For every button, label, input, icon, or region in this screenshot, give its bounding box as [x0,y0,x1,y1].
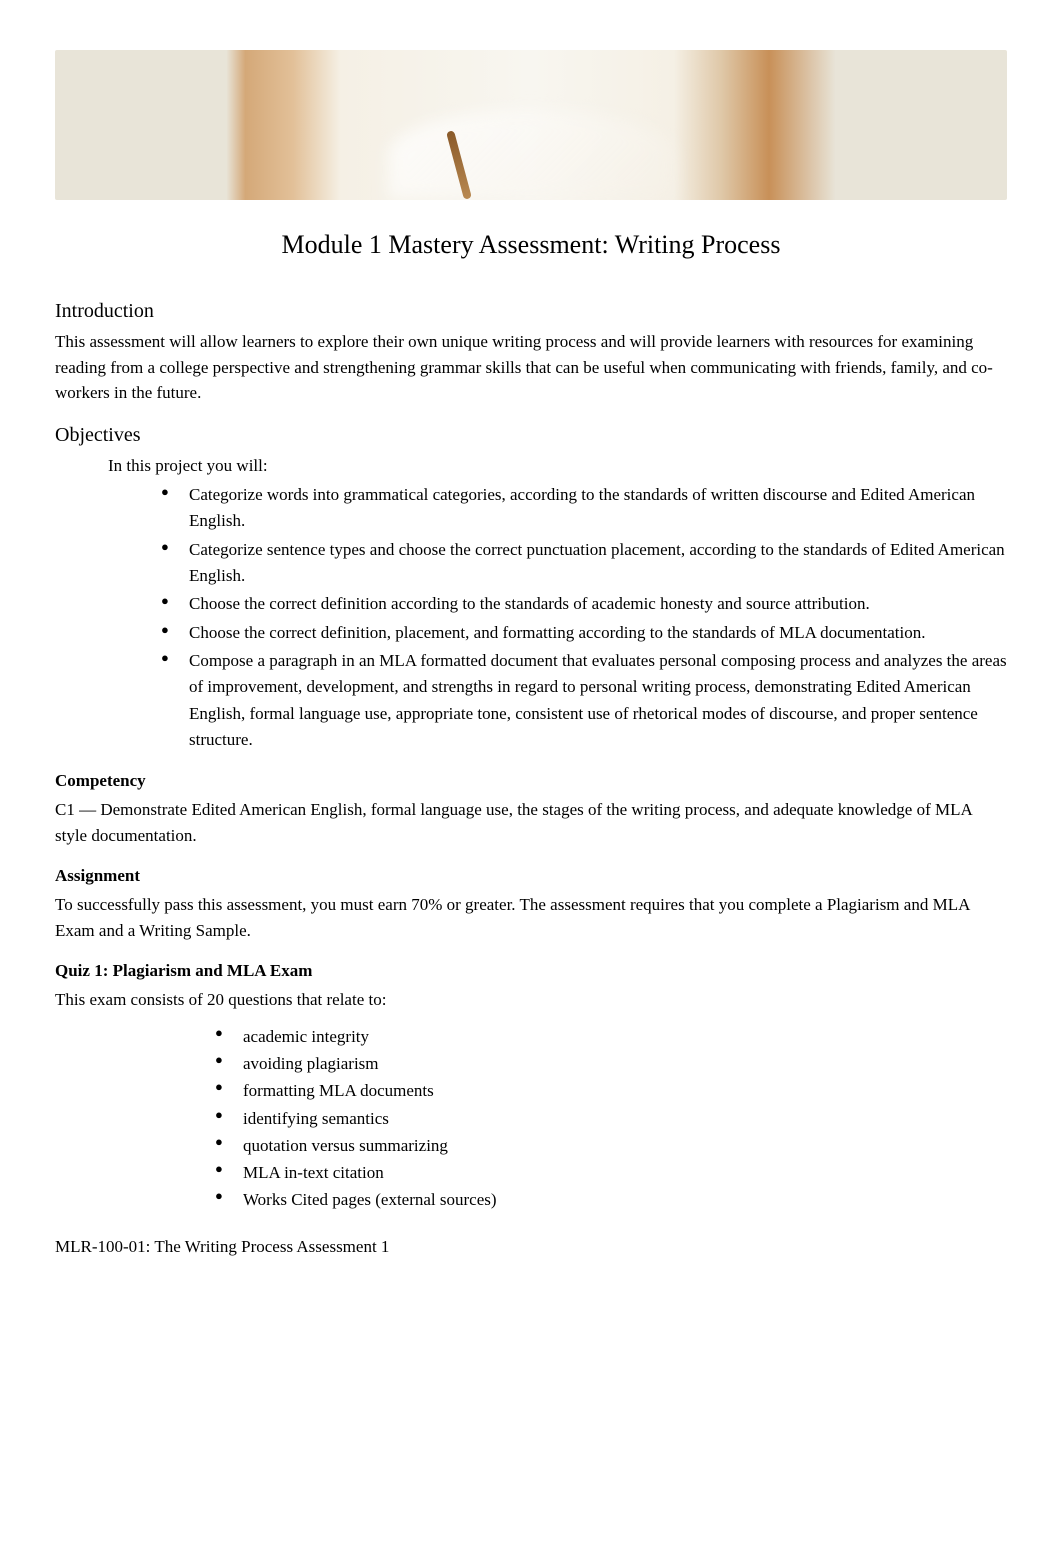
banner-image [55,50,1007,200]
assignment-heading: Assignment [55,866,1007,886]
quiz-intro: This exam consists of 20 questions that … [55,987,1007,1013]
quiz-item: academic integrity [215,1023,1007,1050]
objectives-list: Categorize words into grammatical catego… [161,482,1007,753]
introduction-heading: Introduction [55,300,1007,323]
objective-item: Categorize words into grammatical catego… [161,482,1007,535]
quiz-item: avoiding plagiarism [215,1050,1007,1077]
introduction-text: This assessment will allow learners to e… [55,329,1007,406]
assignment-text: To successfully pass this assessment, yo… [55,892,1007,943]
quiz-item: formatting MLA documents [215,1077,1007,1104]
quiz-item: MLA in-text citation [215,1159,1007,1186]
competency-heading: Competency [55,771,1007,791]
competency-text: C1 — Demonstrate Edited American English… [55,797,1007,848]
objective-item: Compose a paragraph in an MLA formatted … [161,648,1007,753]
objective-item: Choose the correct definition according … [161,591,1007,617]
objective-item: Choose the correct definition, placement… [161,620,1007,646]
objectives-heading: Objectives [55,424,1007,447]
quiz-item: Works Cited pages (external sources) [215,1186,1007,1213]
quiz-heading: Quiz 1: Plagiarism and MLA Exam [55,961,1007,981]
quiz-list: academic integrity avoiding plagiarism f… [215,1023,1007,1213]
quiz-item: identifying semantics [215,1105,1007,1132]
quiz-item: quotation versus summarizing [215,1132,1007,1159]
page-title: Module 1 Mastery Assessment: Writing Pro… [55,230,1007,260]
objectives-intro: In this project you will: [108,453,1007,479]
objective-item: Categorize sentence types and choose the… [161,537,1007,590]
footer-line: MLR-100-01: The Writing Process Assessme… [55,1237,1007,1257]
